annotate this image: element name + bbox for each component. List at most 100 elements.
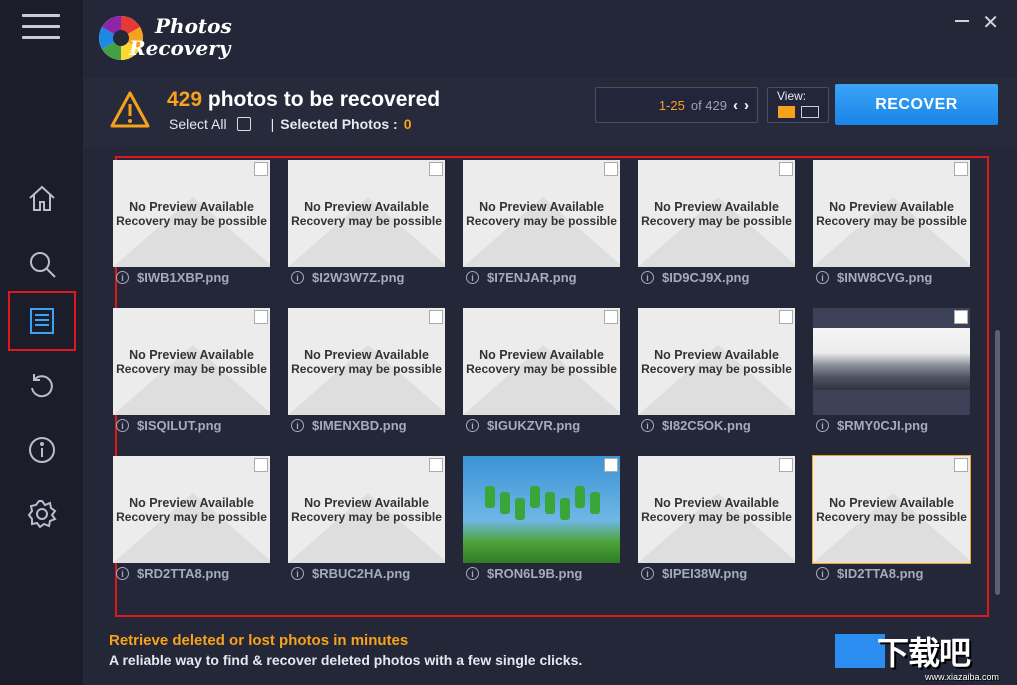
- main-panel: Photos Recovery ✕ 429 photos to be recov…: [83, 0, 1017, 685]
- photo-checkbox[interactable]: [254, 162, 268, 176]
- search-icon[interactable]: [8, 234, 76, 294]
- photo-thumbnail[interactable]: No Preview Available Recovery may be poss…: [813, 160, 970, 267]
- menu-icon[interactable]: [22, 14, 60, 42]
- close-button[interactable]: ✕: [982, 10, 999, 35]
- photo-thumbnail[interactable]: No Preview Available Recovery may be poss…: [638, 456, 795, 563]
- photo-thumbnail[interactable]: No Preview Available Recovery may be poss…: [288, 308, 445, 415]
- photo-caption: i $IPEI38W.png: [641, 566, 747, 581]
- photo-caption: i $IMENXBD.png: [291, 418, 407, 433]
- list-view-icon[interactable]: [801, 106, 819, 118]
- photo-thumbnail[interactable]: [813, 308, 970, 415]
- info-icon[interactable]: i: [116, 567, 129, 580]
- photo-checkbox[interactable]: [604, 310, 618, 324]
- info-icon[interactable]: i: [466, 419, 479, 432]
- photo-tile[interactable]: No Preview Available Recovery may be poss…: [813, 160, 970, 308]
- results-header: 429 photos to be recovered Select All | …: [83, 78, 1017, 148]
- info-icon[interactable]: i: [641, 419, 654, 432]
- photo-tile[interactable]: No Preview Available Recovery may be poss…: [638, 456, 795, 604]
- photo-tile[interactable]: i $RMY0CJI.png: [813, 308, 970, 456]
- no-preview-text: No Preview Available: [129, 199, 254, 214]
- warning-icon: [110, 91, 150, 128]
- photo-checkbox[interactable]: [254, 310, 268, 324]
- photo-checkbox[interactable]: [429, 310, 443, 324]
- photo-checkbox[interactable]: [254, 458, 268, 472]
- photo-checkbox[interactable]: [604, 162, 618, 176]
- photo-grid: No Preview Available Recovery may be poss…: [113, 156, 989, 620]
- photo-checkbox[interactable]: [779, 162, 793, 176]
- photo-thumbnail[interactable]: No Preview Available Recovery may be poss…: [812, 455, 971, 564]
- photo-tile[interactable]: No Preview Available Recovery may be poss…: [638, 308, 795, 456]
- photo-filename: $IMENXBD.png: [312, 418, 407, 433]
- prev-page-button[interactable]: ‹: [733, 97, 738, 114]
- photo-thumbnail[interactable]: [463, 456, 620, 563]
- info-icon[interactable]: i: [116, 271, 129, 284]
- list-icon[interactable]: [8, 291, 76, 351]
- photo-tile[interactable]: No Preview Available Recovery may be poss…: [113, 308, 270, 456]
- info-icon[interactable]: i: [466, 567, 479, 580]
- photo-thumbnail[interactable]: No Preview Available Recovery may be poss…: [113, 160, 270, 267]
- home-icon[interactable]: [8, 168, 76, 228]
- grid-view-icon[interactable]: [778, 106, 795, 118]
- recovery-possible-text: Recovery may be possible: [466, 361, 617, 376]
- watermark-url: www.xiazaiba.com: [925, 672, 1000, 682]
- next-page-button[interactable]: ›: [744, 97, 749, 114]
- photo-tile[interactable]: No Preview Available Recovery may be poss…: [288, 160, 445, 308]
- photo-thumbnail[interactable]: No Preview Available Recovery may be poss…: [463, 160, 620, 267]
- photo-tile[interactable]: No Preview Available Recovery may be poss…: [463, 160, 620, 308]
- select-all-checkbox[interactable]: [236, 117, 251, 131]
- info-icon[interactable]: [8, 420, 76, 480]
- photo-caption: i $ISQILUT.png: [116, 418, 222, 433]
- settings-icon[interactable]: [8, 484, 76, 544]
- info-icon[interactable]: i: [816, 567, 829, 580]
- photo-checkbox[interactable]: [429, 458, 443, 472]
- info-icon[interactable]: i: [116, 419, 129, 432]
- info-icon[interactable]: i: [816, 271, 829, 284]
- photo-caption: i $INW8CVG.png: [816, 270, 932, 285]
- photo-tile[interactable]: No Preview Available Recovery may be poss…: [812, 455, 971, 604]
- info-icon[interactable]: i: [816, 419, 829, 432]
- no-preview-text: No Preview Available: [129, 347, 254, 362]
- photo-thumbnail[interactable]: No Preview Available Recovery may be poss…: [288, 456, 445, 563]
- photo-tile[interactable]: i $RON6L9B.png: [463, 456, 620, 604]
- info-icon[interactable]: i: [641, 271, 654, 284]
- photo-tile[interactable]: No Preview Available Recovery may be poss…: [288, 456, 445, 604]
- footer: Retrieve deleted or lost photos in minut…: [109, 632, 582, 668]
- photo-tile[interactable]: No Preview Available Recovery may be poss…: [288, 308, 445, 456]
- info-icon[interactable]: i: [291, 567, 304, 580]
- photo-checkbox[interactable]: [779, 458, 793, 472]
- photo-checkbox[interactable]: [954, 458, 968, 472]
- person-figure: [500, 492, 510, 514]
- photo-thumbnail[interactable]: No Preview Available Recovery may be poss…: [638, 308, 795, 415]
- scrollbar-thumb[interactable]: [995, 330, 1000, 595]
- info-icon[interactable]: i: [291, 271, 304, 284]
- recovery-possible-text: Recovery may be possible: [816, 213, 967, 228]
- person-figure: [575, 486, 585, 508]
- photo-checkbox[interactable]: [954, 162, 968, 176]
- info-icon[interactable]: i: [466, 271, 479, 284]
- recovery-possible-text: Recovery may be possible: [116, 213, 267, 228]
- photo-filename: $I82C5OK.png: [662, 418, 751, 433]
- info-icon[interactable]: i: [291, 419, 304, 432]
- photo-checkbox[interactable]: [604, 458, 618, 472]
- photo-thumbnail[interactable]: No Preview Available Recovery may be poss…: [638, 160, 795, 267]
- photo-caption: i $IWB1XBP.png: [116, 270, 229, 285]
- pager-range: 1-25: [658, 97, 685, 113]
- photo-thumbnail[interactable]: No Preview Available Recovery may be poss…: [463, 308, 620, 415]
- recover-button[interactable]: RECOVER: [835, 84, 998, 125]
- photo-checkbox[interactable]: [954, 310, 968, 324]
- photo-tile[interactable]: No Preview Available Recovery may be poss…: [113, 160, 270, 308]
- photo-checkbox[interactable]: [429, 162, 443, 176]
- photo-filename: $RBUC2HA.png: [312, 566, 411, 581]
- photo-tile[interactable]: No Preview Available Recovery may be poss…: [113, 456, 270, 604]
- photo-checkbox[interactable]: [779, 310, 793, 324]
- photo-thumbnail[interactable]: No Preview Available Recovery may be poss…: [113, 308, 270, 415]
- photo-tile[interactable]: No Preview Available Recovery may be poss…: [463, 308, 620, 456]
- info-icon[interactable]: i: [641, 567, 654, 580]
- footer-subline: A reliable way to find & recover deleted…: [109, 652, 583, 668]
- photo-thumbnail[interactable]: No Preview Available Recovery may be poss…: [113, 456, 270, 563]
- photo-thumbnail[interactable]: No Preview Available Recovery may be poss…: [288, 160, 445, 267]
- photo-tile[interactable]: No Preview Available Recovery may be poss…: [638, 160, 795, 308]
- photo-filename: $I7ENJAR.png: [487, 270, 577, 285]
- minimize-button[interactable]: [955, 20, 969, 22]
- restore-icon[interactable]: [8, 356, 76, 416]
